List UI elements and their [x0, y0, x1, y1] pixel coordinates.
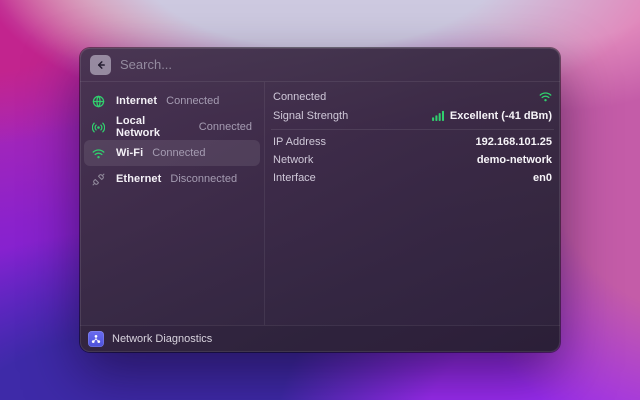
network-nodes-icon [88, 331, 104, 347]
sidebar-item-status: Connected [152, 147, 205, 159]
signal-strength-value: Excellent (-41 dBm) [432, 110, 552, 122]
search-input[interactable] [120, 57, 550, 72]
detail-value: en0 [533, 172, 552, 184]
arrow-left-icon [95, 59, 107, 71]
sidebar-item-label: Wi-Fi [116, 147, 143, 159]
sidebar-item-status: Connected [199, 121, 252, 133]
plug-icon [92, 173, 105, 186]
sidebar-item-local-network[interactable]: Local Network Connected [84, 114, 260, 140]
globe-icon [92, 95, 105, 108]
detail-value: demo-network [477, 154, 552, 166]
sidebar: InternetConnectedLocal NetworkConnectedW… [80, 82, 265, 325]
sidebar-item-status: Disconnected [170, 173, 237, 185]
search-bar [80, 48, 560, 82]
signal-strength-text: Excellent (-41 dBm) [450, 110, 552, 122]
footer-app-name: Network Diagnostics [112, 333, 212, 345]
sidebar-item-wi-fi[interactable]: Wi-Fi Connected [84, 140, 260, 166]
wifi-icon [92, 147, 105, 160]
details-panel: Connected Signal Strength [265, 82, 560, 325]
details-divider [271, 129, 554, 130]
network-diagnostics-window: InternetConnectedLocal NetworkConnectedW… [80, 48, 560, 352]
sidebar-item-internet[interactable]: Internet Connected [84, 88, 260, 114]
connection-status-label: Connected [273, 91, 326, 103]
detail-value: 192.168.101.25 [476, 136, 552, 148]
detail-label: Network [273, 154, 313, 166]
sidebar-item-label: Ethernet [116, 173, 161, 185]
detail-row-network: Network demo-network [273, 151, 552, 169]
wifi-icon [539, 90, 552, 103]
signal-strength-row: Signal Strength Excellent (-41 dBm) [273, 106, 552, 125]
window-footer: Network Diagnostics [80, 325, 560, 352]
sidebar-item-label: Internet [116, 95, 157, 107]
detail-label: Interface [273, 172, 316, 184]
sidebar-item-ethernet[interactable]: Ethernet Disconnected [84, 166, 260, 192]
desktop-wallpaper: InternetConnectedLocal NetworkConnectedW… [0, 0, 640, 400]
broadcast-icon [92, 121, 105, 134]
sidebar-item-status: Connected [166, 95, 219, 107]
window-body: InternetConnectedLocal NetworkConnectedW… [80, 82, 560, 325]
signal-bars-icon [432, 110, 445, 121]
detail-row-interface: Interface en0 [273, 169, 552, 187]
back-button[interactable] [90, 55, 111, 75]
connection-status-row: Connected [273, 87, 552, 106]
detail-rows: IP Address 192.168.101.25 Network demo-netw… [273, 133, 552, 187]
detail-label: IP Address [273, 136, 326, 148]
detail-row-ip-address: IP Address 192.168.101.25 [273, 133, 552, 151]
sidebar-item-label: Local Network [116, 115, 190, 139]
signal-strength-label: Signal Strength [273, 110, 348, 122]
